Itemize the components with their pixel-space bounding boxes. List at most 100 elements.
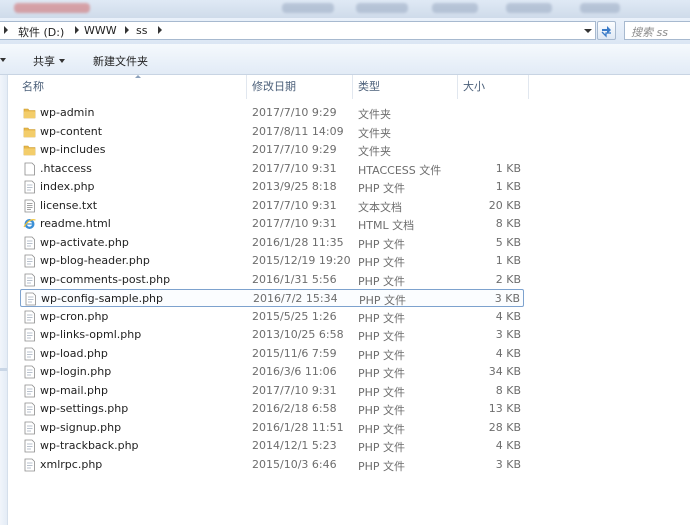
file-row[interactable]: index.php 2013/9/25 8:18 PHP 文件 1 KB <box>20 178 524 196</box>
php-file-icon <box>24 292 37 306</box>
text-file-icon <box>23 199 36 213</box>
search-input[interactable]: 搜索 ss <box>624 21 690 40</box>
file-type: PHP 文件 <box>358 311 406 325</box>
file-type: PHP 文件 <box>358 367 406 380</box>
file-size: 3 KB <box>495 457 521 471</box>
file-row[interactable]: readme.html 2017/7/10 9:31 HTML 文档 8 KB <box>20 215 524 233</box>
file-row[interactable]: wp-mail.php 2017/7/10 9:31 PHP 文件 8 KB <box>20 382 524 400</box>
address-bar-area: 软件 (D:) WWW ss 搜索 ss <box>0 18 690 44</box>
organize-chevron-icon[interactable] <box>0 58 6 62</box>
file-row[interactable]: wp-admin 2017/7/10 9:29 文件夹 <box>20 104 524 122</box>
file-row[interactable]: license.txt 2017/7/10 9:31 文本文档 20 KB <box>20 197 524 215</box>
breadcrumb-arrow-icon[interactable] <box>75 26 79 34</box>
navigation-pane-edge[interactable] <box>0 75 8 525</box>
refresh-icon <box>601 26 611 38</box>
file-row[interactable]: wp-links-opml.php 2013/10/25 6:58 PHP 文件 3 … <box>20 326 524 344</box>
file-name: wp-blog-header.php <box>40 254 150 267</box>
column-divider[interactable] <box>528 75 529 99</box>
column-divider[interactable] <box>352 75 353 99</box>
file-name: wp-links-opml.php <box>40 328 142 341</box>
file-row[interactable]: wp-config-sample.php 2016/7/2 15:34 PHP 文件… <box>20 289 524 307</box>
column-size-header[interactable]: 大小 <box>463 75 485 99</box>
php-file-icon <box>23 402 36 416</box>
file-size: 13 KB <box>488 402 521 415</box>
blurred-title-strip <box>0 0 690 18</box>
file-row[interactable]: wp-blog-header.php 2015/12/19 19:20 PHP 文件… <box>20 252 524 270</box>
column-name-header[interactable]: 名称 <box>22 75 44 99</box>
file-row[interactable]: wp-settings.php 2016/2/18 6:58 PHP 文件 13 KB <box>20 400 524 418</box>
folder-icon <box>23 106 36 120</box>
nav-scroll-mark <box>0 368 7 371</box>
share-button[interactable]: 共享 <box>33 53 65 69</box>
column-date-header[interactable]: 修改日期 <box>252 75 296 99</box>
folder-icon <box>23 125 36 139</box>
new-folder-button[interactable]: 新建文件夹 <box>93 53 148 69</box>
file-type: PHP 文件 <box>358 441 406 454</box>
file-type: 文件夹 <box>358 126 391 140</box>
file-modified-date: 2013/10/25 6:58 <box>252 328 344 341</box>
file-modified-date: 2016/1/28 11:35 <box>252 235 344 249</box>
php-file-icon <box>23 180 36 194</box>
column-divider[interactable] <box>246 75 247 99</box>
breadcrumb-ss[interactable]: ss <box>136 24 147 37</box>
breadcrumb-arrow-icon[interactable] <box>125 26 129 34</box>
file-name: wp-includes <box>40 143 106 156</box>
file-modified-date: 2017/7/10 9:31 <box>252 383 337 397</box>
file-row[interactable]: wp-content 2017/8/11 14:09 文件夹 <box>20 123 524 141</box>
file-size: 20 KB <box>488 198 521 212</box>
file-row[interactable]: wp-signup.php 2016/1/28 11:51 PHP 文件 28 KB <box>20 419 524 437</box>
file-row[interactable]: wp-load.php 2015/11/6 7:59 PHP 文件 4 KB <box>20 345 524 363</box>
file-modified-date: 2016/3/6 11:06 <box>252 365 337 378</box>
file-modified-date: 2017/8/11 14:09 <box>252 124 344 138</box>
file-row[interactable]: .htaccess 2017/7/10 9:31 HTACCESS 文件 1 KB <box>20 160 524 178</box>
file-modified-date: 2016/2/18 6:58 <box>252 402 337 415</box>
file-size: 3 KB <box>494 292 520 305</box>
share-label: 共享 <box>33 55 55 68</box>
file-size: 1 KB <box>495 161 521 175</box>
file-modified-date: 2016/1/31 5:56 <box>252 272 337 286</box>
file-size: 34 KB <box>488 365 521 378</box>
file-row[interactable]: xmlrpc.php 2015/10/3 6:46 PHP 文件 3 KB <box>20 456 524 474</box>
file-size: 2 KB <box>495 272 521 286</box>
file-row[interactable]: wp-includes 2017/7/10 9:29 文件夹 <box>20 141 524 159</box>
php-file-icon <box>23 458 36 472</box>
file-name: xmlrpc.php <box>40 457 103 471</box>
file-name: wp-comments-post.php <box>40 272 171 286</box>
file-name: wp-signup.php <box>40 420 122 434</box>
address-dropdown-icon[interactable] <box>584 29 592 33</box>
php-file-icon <box>23 347 36 361</box>
address-bar[interactable]: 软件 (D:) WWW ss <box>0 21 596 40</box>
column-type-header[interactable]: 类型 <box>358 75 380 99</box>
breadcrumb-www[interactable]: WWW <box>84 24 117 37</box>
file-size: 8 KB <box>495 383 521 397</box>
file-type: PHP 文件 <box>358 182 406 195</box>
refresh-button[interactable] <box>597 21 616 40</box>
file-type: PHP 文件 <box>358 459 406 473</box>
breadcrumb-arrow-icon[interactable] <box>158 26 162 34</box>
file-row[interactable]: wp-activate.php 2016/1/28 11:35 PHP 文件 5 KB <box>20 234 524 252</box>
file-type: 文件夹 <box>358 108 391 121</box>
php-file-icon <box>23 365 36 379</box>
file-row[interactable]: wp-trackback.php 2014/12/1 5:23 PHP 文件 4 KB <box>20 437 524 455</box>
file-row[interactable]: wp-login.php 2016/3/6 11:06 PHP 文件 34 KB <box>20 363 524 381</box>
file-modified-date: 2017/7/10 9:29 <box>252 106 337 119</box>
breadcrumb-drive[interactable]: 软件 (D:) <box>18 24 64 40</box>
file-name: index.php <box>40 180 95 193</box>
file-modified-date: 2017/7/10 9:31 <box>252 161 337 175</box>
file-size: 4 KB <box>495 439 521 452</box>
file-row[interactable]: wp-cron.php 2015/5/25 1:26 PHP 文件 4 KB <box>20 308 524 326</box>
file-row[interactable]: wp-comments-post.php 2016/1/31 5:56 PHP 文件… <box>20 271 524 289</box>
file-name: wp-login.php <box>40 365 112 378</box>
file-type: HTACCESS 文件 <box>358 163 442 177</box>
file-size: 8 KB <box>495 217 521 230</box>
file-type: PHP 文件 <box>358 404 406 417</box>
breadcrumb-arrow-icon[interactable] <box>4 26 8 34</box>
php-file-icon <box>23 328 36 342</box>
file-modified-date: 2017/7/10 9:29 <box>252 143 337 156</box>
file-size: 1 KB <box>495 254 521 267</box>
file-size: 4 KB <box>495 309 521 323</box>
file-size: 3 KB <box>495 328 521 341</box>
file-name: wp-cron.php <box>40 309 109 323</box>
column-divider[interactable] <box>457 75 458 99</box>
file-name: wp-mail.php <box>40 383 108 397</box>
